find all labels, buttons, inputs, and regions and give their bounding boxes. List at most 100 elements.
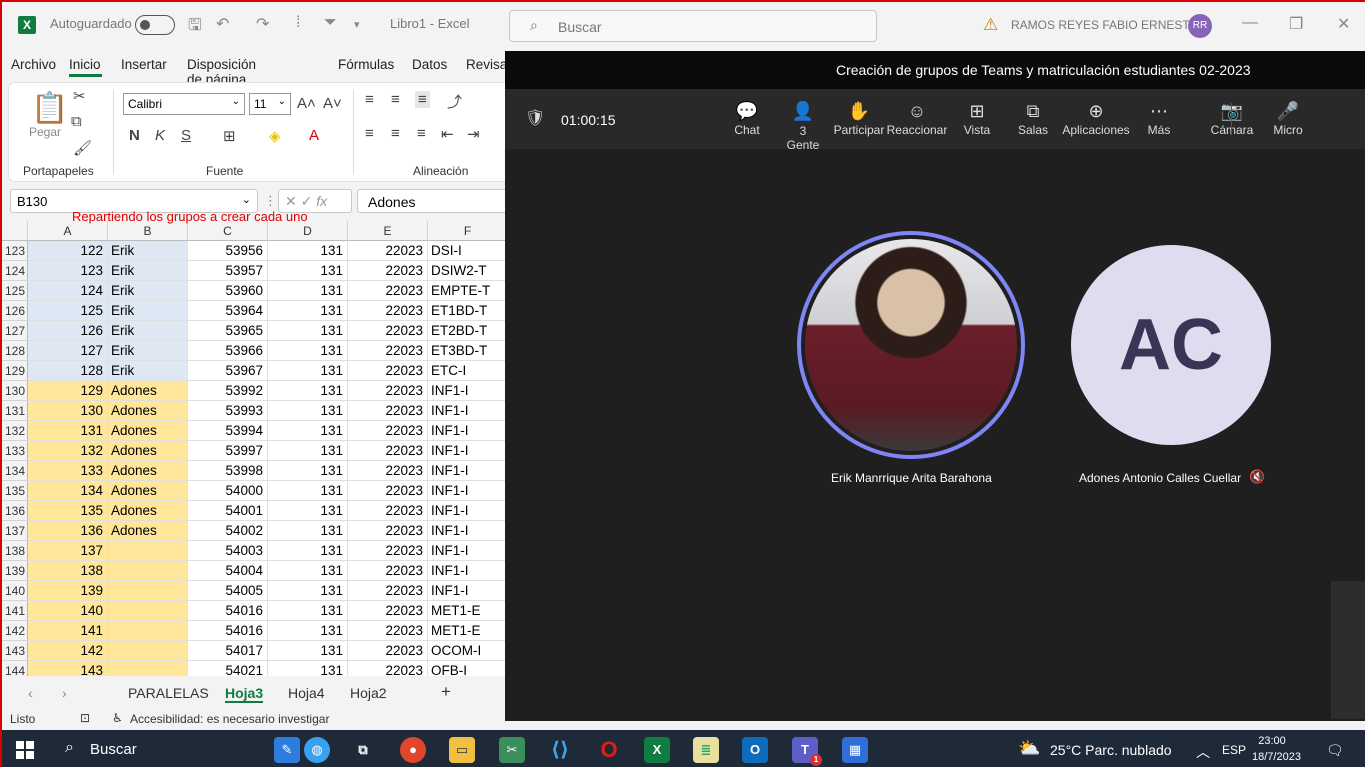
customize-toolbar-icon[interactable]: ▾ xyxy=(354,18,360,31)
tab-inicio[interactable]: Inicio xyxy=(69,57,101,72)
cell-a[interactable]: 138 xyxy=(28,561,108,581)
row-header[interactable]: 130 xyxy=(2,381,28,401)
cell-f[interactable]: EMPTE-T xyxy=(428,281,505,301)
row-header[interactable]: 136 xyxy=(2,501,28,521)
cell-a[interactable]: 142 xyxy=(28,641,108,661)
toolbar-apps-button[interactable]: ⊕ Aplicaciones xyxy=(1061,99,1131,137)
cell-f[interactable]: INF1-I xyxy=(428,541,505,561)
format-painter-icon[interactable]: 🖌 xyxy=(73,139,92,157)
weather-text[interactable]: 25°C Parc. nublado xyxy=(1050,742,1172,758)
cell-f[interactable]: INF1-I xyxy=(428,521,505,541)
spreadsheet-grid[interactable]: A B C D E F 123 122 Erik 53956 131 22023 DSI-I… xyxy=(2,221,505,676)
cell-b[interactable]: Erik xyxy=(108,321,188,341)
cell-f[interactable]: OCOM-I xyxy=(428,641,505,661)
cell-c[interactable]: 53965 xyxy=(188,321,268,341)
scroll-left-icon[interactable]: ‹ xyxy=(28,685,33,701)
cell-b[interactable] xyxy=(108,561,188,581)
row-header[interactable]: 142 xyxy=(2,621,28,641)
row-header[interactable]: 131 xyxy=(2,401,28,421)
cell-e[interactable]: 22023 xyxy=(348,621,428,641)
cell-f[interactable]: INF1-I xyxy=(428,461,505,481)
cell-c[interactable]: 54004 xyxy=(188,561,268,581)
cell-c[interactable]: 54016 xyxy=(188,621,268,641)
align-left-icon[interactable]: ≡ xyxy=(365,125,374,142)
cell-c[interactable]: 53957 xyxy=(188,261,268,281)
cell-c[interactable]: 53960 xyxy=(188,281,268,301)
cell-c[interactable]: 54003 xyxy=(188,541,268,561)
column-header[interactable]: C xyxy=(188,221,268,241)
cell-b[interactable] xyxy=(108,601,188,621)
taskbar-search[interactable]: ⌕ Buscar xyxy=(57,730,252,767)
cell-d[interactable]: 131 xyxy=(268,301,348,321)
cell-b[interactable] xyxy=(108,581,188,601)
cell-b[interactable] xyxy=(108,541,188,561)
row-header[interactable]: 135 xyxy=(2,481,28,501)
shield-icon[interactable]: 🛡 xyxy=(525,108,545,128)
cell-c[interactable]: 54000 xyxy=(188,481,268,501)
accessibility-icon[interactable]: ♿ xyxy=(112,711,123,725)
calculator-icon[interactable]: ▦ xyxy=(842,737,868,763)
cell-b[interactable] xyxy=(108,641,188,661)
cell-a[interactable]: 129 xyxy=(28,381,108,401)
cell-b[interactable]: Adones xyxy=(108,441,188,461)
cell-c[interactable]: 53998 xyxy=(188,461,268,481)
cell-b[interactable]: Erik xyxy=(108,301,188,321)
cell-e[interactable]: 22023 xyxy=(348,541,428,561)
cell-f[interactable]: OFB-I xyxy=(428,661,505,676)
grow-font-icon[interactable]: A˄ xyxy=(297,95,316,112)
filter-icon[interactable]: ⏷ xyxy=(324,14,337,32)
cell-c[interactable]: 53994 xyxy=(188,421,268,441)
increase-indent-icon[interactable]: ⇥ xyxy=(467,125,480,143)
cell-c[interactable]: 54016 xyxy=(188,601,268,621)
cell-d[interactable]: 131 xyxy=(268,621,348,641)
cell-a[interactable]: 134 xyxy=(28,481,108,501)
cell-b[interactable]: Adones xyxy=(108,461,188,481)
close-icon[interactable]: ✕ xyxy=(1337,14,1350,34)
row-header[interactable]: 132 xyxy=(2,421,28,441)
orientation-icon[interactable]: ⤴ xyxy=(447,91,462,112)
windows-start-icon[interactable] xyxy=(16,741,34,759)
cell-e[interactable]: 22023 xyxy=(348,521,428,541)
cell-a[interactable]: 131 xyxy=(28,421,108,441)
warning-icon[interactable]: ⚠ xyxy=(983,15,998,35)
file-explorer-icon[interactable]: ▭ xyxy=(449,737,475,763)
cell-b[interactable]: Adones xyxy=(108,421,188,441)
autosave-toggle[interactable] xyxy=(135,15,175,35)
toolbar-more-button[interactable]: ⋯ Más xyxy=(1124,99,1194,137)
row-header[interactable]: 140 xyxy=(2,581,28,601)
cell-e[interactable]: 22023 xyxy=(348,281,428,301)
toolbar-rooms-button[interactable]: ⧉ Salas xyxy=(998,99,1068,137)
cell-d[interactable]: 131 xyxy=(268,481,348,501)
language-indicator[interactable]: ESP xyxy=(1222,743,1246,757)
align-top-icon[interactable]: ≡ xyxy=(365,91,374,108)
cell-d[interactable]: 131 xyxy=(268,661,348,676)
chevron-up-icon[interactable]: ︿ xyxy=(1196,742,1210,762)
cell-c[interactable]: 53956 xyxy=(188,241,268,261)
notifications-icon[interactable]: 🗨 xyxy=(1326,742,1344,759)
restore-icon[interactable]: ❐ xyxy=(1289,14,1303,34)
fill-color-icon[interactable]: ◈ xyxy=(269,127,281,145)
underline-icon[interactable]: S xyxy=(181,127,191,144)
sheet-tab-hoja2[interactable]: Hoja2 xyxy=(350,685,387,701)
borders-icon[interactable]: ⊞ xyxy=(223,127,236,145)
align-bottom-icon[interactable]: ≡ xyxy=(415,91,430,108)
row-header[interactable]: 123 xyxy=(2,241,28,261)
font-color-icon[interactable]: A xyxy=(309,127,319,144)
redo-icon[interactable]: ↷ xyxy=(256,14,269,34)
cell-e[interactable]: 22023 xyxy=(348,441,428,461)
participant-video-erik[interactable] xyxy=(797,231,1025,459)
opera-icon[interactable]: O xyxy=(596,737,622,763)
cell-f[interactable]: ET1BD-T xyxy=(428,301,505,321)
cell-e[interactable]: 22023 xyxy=(348,461,428,481)
row-header[interactable]: 137 xyxy=(2,521,28,541)
tab-datos[interactable]: Datos xyxy=(412,57,447,72)
cell-d[interactable]: 131 xyxy=(268,241,348,261)
cell-d[interactable]: 131 xyxy=(268,561,348,581)
cell-c[interactable]: 54017 xyxy=(188,641,268,661)
column-header[interactable]: D xyxy=(268,221,348,241)
column-header[interactable]: B xyxy=(108,221,188,241)
cell-f[interactable]: INF1-I xyxy=(428,561,505,581)
cell-b[interactable]: Erik xyxy=(108,341,188,361)
row-header[interactable]: 126 xyxy=(2,301,28,321)
cell-b[interactable]: Erik xyxy=(108,261,188,281)
